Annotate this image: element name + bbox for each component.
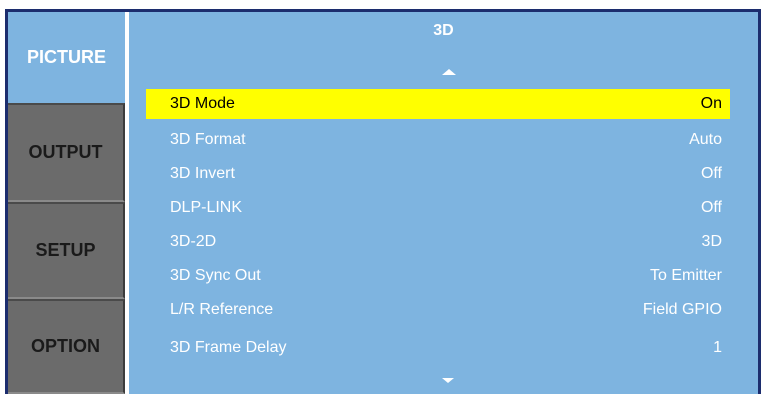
- menu-row-3d-mode[interactable]: 3D Mode On: [146, 89, 730, 119]
- frame-border-right: [758, 9, 761, 394]
- scroll-up-icon[interactable]: [442, 69, 456, 75]
- tab-picture[interactable]: PICTURE: [8, 12, 125, 103]
- tab-output-label: OUTPUT: [28, 142, 103, 162]
- menu-panel: 3D 3D Mode On 3D Format Auto 3D Invert O…: [129, 12, 758, 394]
- tab-picture-label: PICTURE: [26, 47, 106, 67]
- row-value: 1: [713, 339, 722, 356]
- sidebar: PICTURE OUTPUT SETUP OPTION: [8, 12, 125, 394]
- menu-row-3d-format[interactable]: 3D Format Auto: [146, 125, 730, 155]
- menu-row-3d-2d[interactable]: 3D-2D 3D: [146, 227, 730, 257]
- row-label: L/R Reference: [170, 301, 274, 318]
- row-label: 3D Invert: [170, 165, 235, 182]
- row-value: Off: [700, 199, 722, 216]
- row-value: Auto: [689, 131, 722, 148]
- menu-title: 3D: [433, 22, 454, 39]
- row-label: 3D-2D: [170, 233, 217, 250]
- tab-setup-label: SETUP: [35, 240, 96, 260]
- menu-row-3d-frame-delay[interactable]: 3D Frame Delay 1: [146, 333, 730, 363]
- row-value: 3D: [701, 233, 722, 250]
- row-value: Field GPIO: [642, 301, 722, 318]
- row-value: Off: [700, 165, 722, 182]
- menu-row-3d-sync-out[interactable]: 3D Sync Out To Emitter: [146, 261, 730, 291]
- row-label: 3D Sync Out: [170, 267, 261, 284]
- scroll-down-icon[interactable]: [442, 378, 454, 383]
- row-label: 3D Frame Delay: [170, 339, 287, 356]
- row-label: 3D Mode: [170, 95, 235, 112]
- tab-option-label: OPTION: [30, 336, 100, 356]
- row-label: 3D Format: [170, 131, 246, 148]
- tab-option[interactable]: OPTION: [8, 299, 125, 394]
- row-value: On: [700, 95, 722, 112]
- row-value: To Emitter: [649, 267, 722, 284]
- menu-row-3d-invert[interactable]: 3D Invert Off: [146, 159, 730, 189]
- row-label: DLP-LINK: [170, 199, 243, 216]
- tab-output[interactable]: OUTPUT: [8, 103, 125, 202]
- menu-row-dlp-link[interactable]: DLP-LINK Off: [146, 193, 730, 223]
- menu-row-lr-reference[interactable]: L/R Reference Field GPIO: [146, 295, 730, 325]
- tab-setup[interactable]: SETUP: [8, 202, 125, 299]
